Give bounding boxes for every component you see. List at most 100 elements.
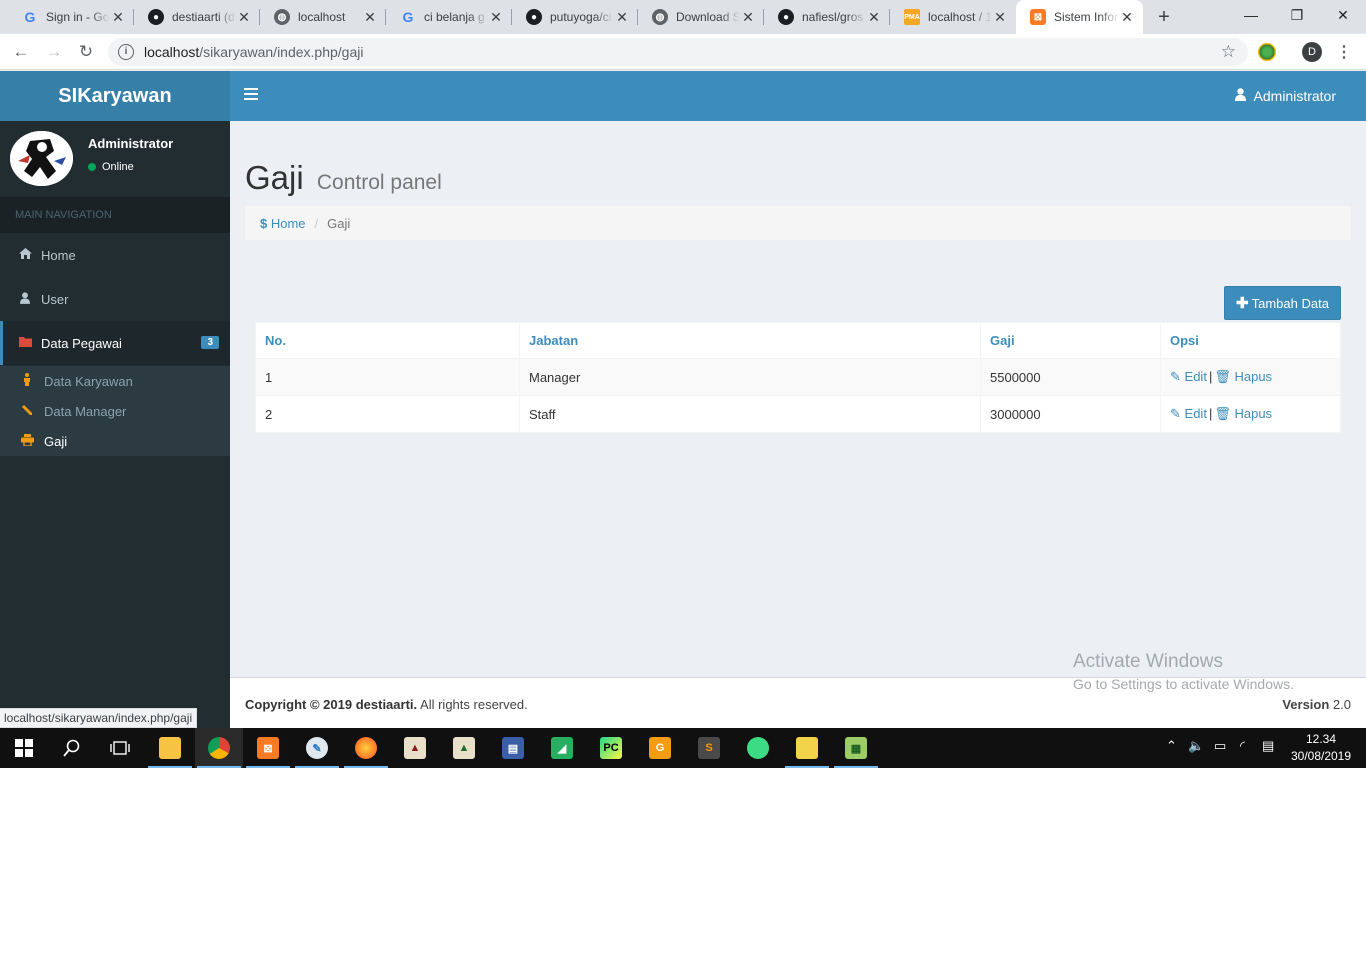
browser-tab[interactable]: ● putuyoga/ci ✕ (512, 0, 638, 34)
copyright-bold: Copyright © 2019 destiaarti. (245, 697, 418, 712)
close-icon[interactable]: ✕ (236, 9, 252, 26)
taskbar-clock[interactable]: 12.34 30/08/2019 (1290, 731, 1352, 765)
browser-tab[interactable]: ◍ Download S ✕ (638, 0, 764, 34)
close-icon[interactable]: ✕ (110, 9, 126, 26)
notification-icon[interactable]: ▤ (1262, 738, 1274, 754)
sidebar-subitem-data-karyawan[interactable]: Data Karyawan (0, 366, 230, 396)
column-header-opsi[interactable]: Opsi (1160, 322, 1341, 359)
browser-tab[interactable]: PMA localhost / 1 ✕ (890, 0, 1016, 34)
column-header-gaji[interactable]: Gaji (980, 322, 1161, 359)
edit-label: Edit (1184, 369, 1207, 384)
address-bar[interactable]: i localhost/sikaryawan/index.php/gaji ☆ (108, 38, 1248, 66)
column-header-no[interactable]: No. (255, 322, 520, 359)
browser-tab[interactable]: G ci belanja g ✕ (386, 0, 512, 34)
app-icon: ▲ (404, 737, 426, 759)
user-menu[interactable]: Administrator (1234, 88, 1336, 104)
app-button[interactable]: ▲ (440, 728, 488, 768)
sidebar-item-data-pegawai[interactable]: Data Pegawai 3 (0, 321, 230, 365)
edit-link[interactable]: ✎ Edit (1170, 369, 1207, 384)
window-close-button[interactable]: ✕ (1320, 0, 1366, 30)
browser-tab[interactable]: ◍ localhost ✕ (260, 0, 386, 34)
extension-icon[interactable] (1258, 43, 1276, 61)
minimize-button[interactable]: — (1228, 0, 1274, 30)
sidebar-item-home[interactable]: Home (0, 233, 230, 277)
firefox-button[interactable] (342, 728, 390, 768)
close-icon[interactable]: ✕ (1119, 9, 1135, 26)
add-data-button[interactable]: ✚ Tambah Data (1224, 286, 1341, 320)
table-header-row: No. Jabatan Gaji Opsi (255, 322, 1341, 359)
breadcrumb-home-link[interactable]: $ Home (260, 216, 306, 231)
battery-icon[interactable]: ▭ (1214, 738, 1226, 754)
notepad-button[interactable]: ▦ (832, 728, 880, 768)
dollar-icon: $ (260, 215, 268, 231)
app-button[interactable] (783, 728, 831, 768)
brand-logo[interactable]: SIKaryawan (0, 71, 230, 121)
app-button[interactable]: ◢ (538, 728, 586, 768)
close-icon[interactable]: ✕ (992, 9, 1008, 26)
delete-link[interactable]: 🗑 Hapus (1214, 406, 1272, 421)
globe-icon: ◍ (652, 9, 668, 25)
browser-tab-active[interactable]: ⊠ Sistem Infor ✕ (1016, 0, 1143, 34)
activate-windows-watermark: Activate Windows Go to Settings to activ… (1073, 651, 1294, 692)
forward-button[interactable]: → (42, 40, 66, 64)
xampp-button[interactable]: ⊠ (244, 728, 292, 768)
app-button[interactable]: ▲ (391, 728, 439, 768)
close-icon[interactable]: ✕ (488, 9, 504, 26)
sidebar-subitem-data-manager[interactable]: Data Manager (0, 396, 230, 426)
back-button[interactable]: ← (9, 40, 33, 64)
xampp-icon: ⊠ (1030, 9, 1046, 25)
paint-button[interactable]: ✎ (293, 728, 341, 768)
delete-link[interactable]: 🗑 Hapus (1214, 369, 1272, 384)
version-label: Version (1282, 697, 1330, 712)
app-icon: G (649, 737, 671, 759)
close-icon[interactable]: ✕ (614, 9, 630, 26)
column-header-jabatan[interactable]: Jabatan (519, 322, 981, 359)
android-studio-button[interactable] (734, 728, 782, 768)
bookmark-star-icon[interactable]: ☆ (1221, 42, 1236, 62)
task-view-button[interactable] (96, 728, 144, 768)
profile-avatar[interactable]: D (1302, 42, 1322, 62)
tray-chevron-icon[interactable]: ⌃ (1166, 738, 1177, 754)
page-title: Gaji Control panel (245, 159, 442, 197)
close-icon[interactable]: ✕ (866, 9, 882, 26)
volume-icon[interactable]: 🔈 (1188, 738, 1204, 754)
browser-tab[interactable]: ● nafiesl/gros ✕ (764, 0, 890, 34)
search-button[interactable] (48, 728, 96, 768)
trash-icon: 🗑 (1214, 369, 1231, 384)
delete-label: Hapus (1234, 406, 1273, 421)
new-tab-button[interactable]: + (1152, 5, 1176, 29)
file-explorer-button[interactable] (146, 728, 194, 768)
breadcrumb-divider: / (314, 215, 319, 231)
wifi-icon[interactable]: ◜ (1240, 738, 1245, 754)
sidebar-subitem-gaji[interactable]: Gaji (0, 426, 230, 456)
watermark-line2: Go to Settings to activate Windows. (1073, 676, 1294, 692)
cell-gaji: 5500000 (980, 358, 1161, 396)
cell-opsi: ✎ Edit | 🗑 Hapus (1160, 395, 1341, 433)
clock-date: 30/08/2019 (1290, 749, 1352, 763)
edit-link[interactable]: ✎ Edit (1170, 406, 1207, 421)
sublime-button[interactable]: S (685, 728, 733, 768)
browser-menu-icon[interactable]: ⋮ (1336, 42, 1352, 62)
restore-button[interactable]: ❐ (1274, 0, 1320, 30)
app-button[interactable]: G (636, 728, 684, 768)
sidebar-subitem-label: Gaji (44, 433, 68, 449)
cell-jabatan: Manager (519, 358, 981, 396)
browser-tab[interactable]: ● destiaarti (destiaarti) ✕ (134, 0, 260, 34)
print-icon (20, 433, 34, 449)
info-icon[interactable]: i (118, 44, 134, 60)
start-button[interactable] (0, 728, 48, 768)
chrome-icon (208, 737, 230, 759)
close-icon[interactable]: ✕ (362, 9, 378, 26)
reload-button[interactable]: ↻ (74, 40, 98, 64)
sidebar-item-user[interactable]: User (0, 277, 230, 321)
folder-icon (159, 737, 181, 759)
close-icon[interactable]: ✕ (740, 9, 756, 26)
app-icon: ◢ (551, 737, 573, 759)
screen: G Sign in - Google Accounts ✕ ● destiaar… (0, 0, 1366, 768)
separator: | (1208, 369, 1213, 384)
browser-tab[interactable]: G Sign in - Google Accounts ✕ (8, 0, 134, 34)
sidebar-toggle-icon[interactable] (244, 88, 258, 102)
app-button[interactable]: ▤ (489, 728, 537, 768)
chrome-button[interactable] (195, 728, 243, 768)
pycharm-button[interactable]: PC (587, 728, 635, 768)
